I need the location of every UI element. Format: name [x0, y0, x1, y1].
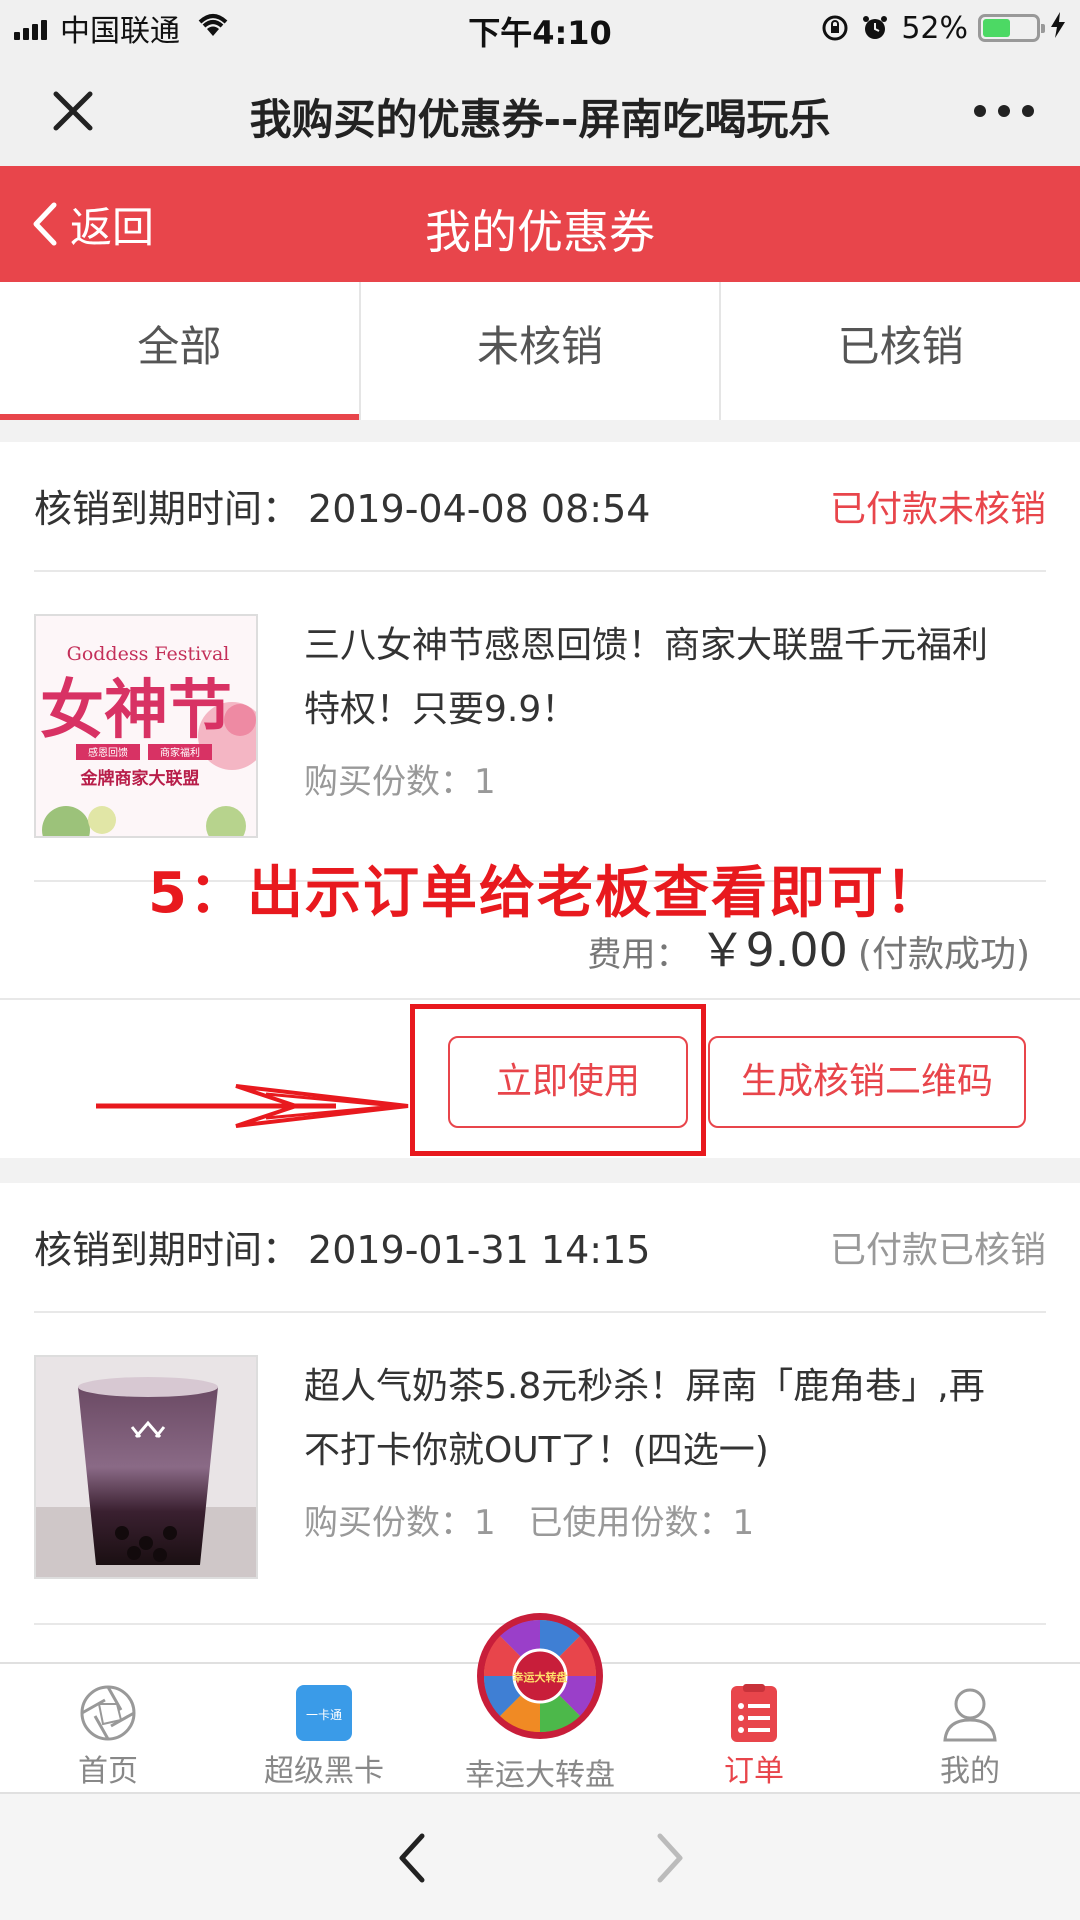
- order-status: 已付款未核销: [829, 489, 1046, 530]
- expire-time: 核销到期时间： 2019-04-08 08:54: [34, 478, 650, 533]
- tab-verified[interactable]: 已核销: [721, 282, 1080, 420]
- nav-mine-label: 我的: [940, 1754, 1000, 1789]
- image-tag-2: 商家福利: [160, 746, 200, 759]
- tab-all[interactable]: 全部: [0, 282, 361, 420]
- fee-label: 费用：: [587, 935, 690, 975]
- filter-tabs: 全部 未核销 已核销: [0, 282, 1080, 420]
- browser-forward-icon[interactable]: [650, 1828, 690, 1888]
- nav-lucky-wheel-label: 幸运大转盘: [465, 1758, 615, 1793]
- status-bar: 中国联通 下午4:10 52%: [0, 0, 1080, 56]
- product-title[interactable]: 三八女神节感恩回馈！商家大联盟千元福利特权！只要9.9！: [304, 614, 1020, 742]
- rotation-lock-icon: [821, 14, 849, 42]
- nav-home[interactable]: 首页: [18, 1664, 198, 1794]
- nav-mine[interactable]: 我的: [880, 1664, 1060, 1794]
- charging-icon: [1050, 11, 1066, 46]
- wheel-icon[interactable]: 幸运大转盘: [476, 1612, 604, 1740]
- webview-title-bar: 我购买的优惠券--屏南吃喝玩乐: [0, 56, 1080, 166]
- order-card: 核销到期时间： 2019-01-31 14:15 已付款已核销 超人气奶茶5.8…: [0, 1183, 1080, 1663]
- instruction-annotation: 5：出示订单给老板查看即可！: [148, 861, 943, 926]
- purchase-quantity: 购买份数：1 已使用份数：1: [304, 1495, 754, 1544]
- expire-value: 2019-04-08 08:54: [308, 487, 651, 531]
- webview-title: 我购买的优惠券--屏南吃喝玩乐: [249, 95, 831, 144]
- order-status: 已付款已核销: [829, 1230, 1046, 1271]
- image-text-en: Goddess Festival: [67, 643, 230, 665]
- wheel-center-text: 幸运大转盘: [513, 1670, 568, 1684]
- card-icon-text: 一卡通: [306, 1708, 342, 1722]
- quantity-text: 购买份数：1: [304, 1503, 496, 1543]
- user-icon: [943, 1688, 997, 1742]
- card-icon: 一卡通: [296, 1685, 352, 1741]
- image-sub: 金牌商家大联盟: [80, 768, 200, 789]
- purchase-quantity: 购买份数：1: [304, 762, 496, 802]
- product-image[interactable]: [34, 1355, 258, 1579]
- expire-time: 核销到期时间： 2019-01-31 14:15: [34, 1219, 650, 1274]
- nav-black-card-label: 超级黑卡: [264, 1754, 384, 1789]
- used-quantity: 已使用份数：1: [528, 1503, 755, 1543]
- expire-value: 2019-01-31 14:15: [308, 1228, 651, 1272]
- alarm-icon: [861, 14, 889, 42]
- order-header: 核销到期时间： 2019-04-08 08:54 已付款未核销: [34, 442, 1046, 572]
- product-image[interactable]: Goddess Festival 女神节 感恩回馈 商家福利 金牌商家大联盟: [34, 614, 258, 838]
- camera-lens-icon: [80, 1685, 136, 1741]
- battery-percent: 52%: [901, 10, 968, 46]
- order-list-icon: [731, 1684, 777, 1742]
- image-text-cn: 女神节: [40, 674, 232, 748]
- nav-black-card[interactable]: 一卡通 超级黑卡: [234, 1664, 414, 1794]
- nav-orders[interactable]: 订单: [664, 1664, 844, 1794]
- close-icon[interactable]: [48, 86, 98, 136]
- tab-unverified[interactable]: 未核销: [361, 282, 722, 420]
- order-header: 核销到期时间： 2019-01-31 14:15 已付款已核销: [34, 1183, 1046, 1313]
- image-tag-1: 感恩回馈: [88, 746, 128, 759]
- generate-qr-button[interactable]: 生成核销二维码: [708, 1036, 1026, 1128]
- expire-label: 核销到期时间：: [34, 487, 301, 531]
- more-icon[interactable]: [974, 96, 1034, 126]
- nav-home-label: 首页: [78, 1754, 138, 1789]
- fee-note: (付款成功): [857, 934, 1030, 975]
- product-title[interactable]: 超人气奶茶5.8元秒杀！屏南「鹿角巷」,再不打卡你就OUT了！(四选一): [304, 1355, 1020, 1483]
- battery-icon: [978, 14, 1045, 42]
- highlight-box: [410, 1004, 706, 1156]
- page-header: 返回 我的优惠券: [0, 166, 1080, 282]
- expire-label: 核销到期时间：: [34, 1228, 301, 1272]
- status-right: 52%: [821, 10, 1066, 46]
- browser-back-icon[interactable]: [392, 1828, 432, 1888]
- arrow-icon: [96, 1084, 409, 1128]
- browser-bar: [0, 1792, 1080, 1920]
- page-title: 我的优惠券: [425, 205, 655, 259]
- divider: [0, 998, 1080, 1000]
- nav-orders-label: 订单: [724, 1754, 784, 1789]
